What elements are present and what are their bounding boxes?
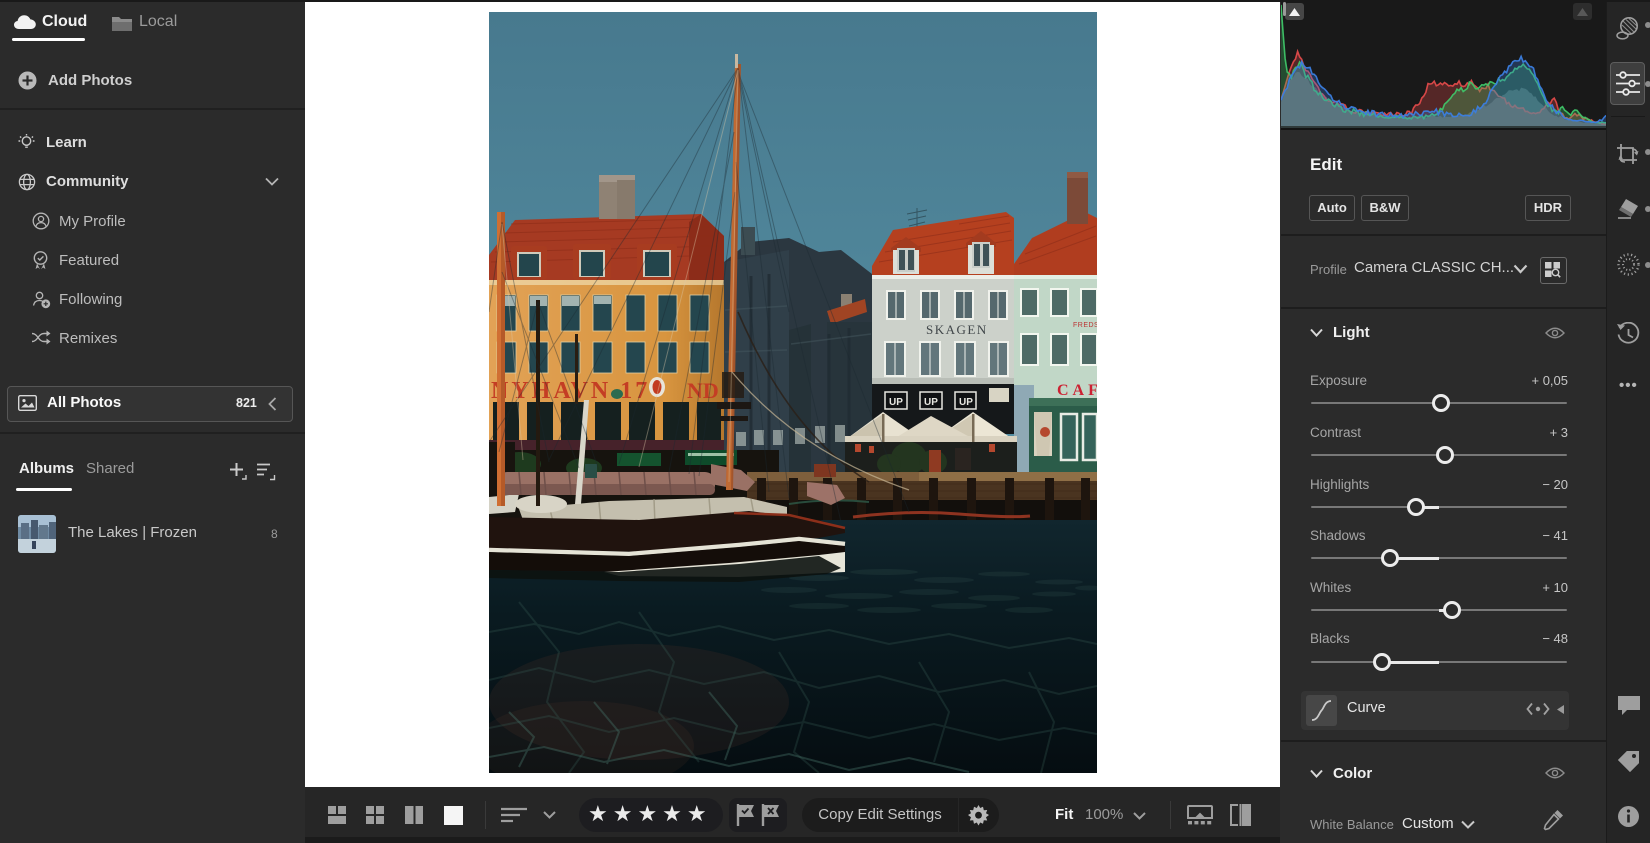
svg-text:SKAGEN: SKAGEN xyxy=(926,322,988,337)
svg-text:FREDSFO: FREDSFO xyxy=(1073,322,1097,329)
svg-text:UP: UP xyxy=(924,397,938,408)
svg-text:CAF: CAF xyxy=(1057,382,1097,399)
svg-text:UP: UP xyxy=(889,397,903,408)
svg-text:ND: ND xyxy=(687,378,719,403)
svg-text:UP: UP xyxy=(959,397,973,408)
